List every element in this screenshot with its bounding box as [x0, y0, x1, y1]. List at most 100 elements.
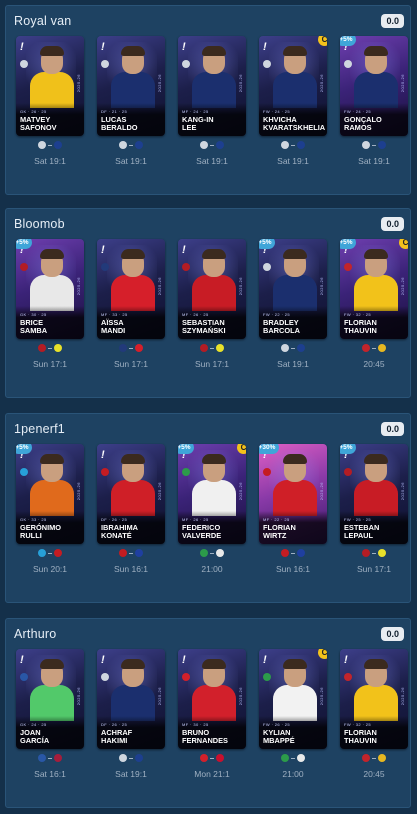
player-card[interactable]: ! 2025-26 FW · 25 · 25 ESTEBAN LEPAUL +5…	[340, 444, 408, 544]
away-club-icon	[135, 344, 143, 352]
player-card[interactable]: ! 2025-26 MF · 30 · 25 BRUNO FERNANDES	[178, 649, 246, 749]
card-info-band: MF · 26 · 25 SEBASTIAN SZYMAŃSKI	[178, 306, 246, 339]
player-name: BRICE SAMBA	[20, 318, 80, 335]
fixture-time: Mon 21:1	[194, 769, 230, 779]
season-label: 2025-26	[238, 277, 243, 296]
versus-dash	[129, 552, 133, 554]
player-hair	[40, 454, 64, 464]
player-last-name: LEPAUL	[344, 530, 374, 540]
season-label: 2025-26	[400, 687, 405, 706]
player-last-name: THAUVIN	[344, 325, 377, 335]
team-panel[interactable]: Arthuro 0.0 ! 2025-26 GK · 24 · 25 JOAN G…	[5, 618, 411, 808]
player-card[interactable]: ! 2025-26 GK · 33 · 25 GERÓNIMO RULLI +5…	[16, 444, 84, 544]
player-last-name: HAKIMI	[101, 735, 128, 745]
player-card[interactable]: ! 2025-26 FW · 24 · 25 KHVICHA KVARATSKH…	[259, 36, 327, 136]
player-card[interactable]: ! 2025-26 GK · 24 · 25 JOAN GARCÍA	[16, 649, 84, 749]
player-card[interactable]: ! 2025-26 GK · 26 · 25 MATVEY SAFONOV	[16, 36, 84, 136]
versus-dash	[291, 757, 295, 759]
player-card[interactable]: ! 2025-26 MF · 22 · 25 FLORIAN WIRTZ +30…	[259, 444, 327, 544]
player-photo	[273, 249, 317, 311]
player-hair	[364, 659, 388, 669]
team-score-badge: 0.0	[381, 422, 404, 436]
club-crest-icon	[263, 60, 271, 68]
player-name: ESTEBAN LEPAUL	[344, 523, 404, 540]
player-meta: MF · 26 · 25	[182, 517, 209, 522]
season-label: 2025-26	[238, 74, 243, 93]
player-card[interactable]: ! 2025-26 FW · 24 · 25 GONÇALO RAMOS +5%	[340, 36, 408, 136]
player-hair	[202, 46, 226, 56]
versus-dash	[48, 552, 52, 554]
home-club-icon	[38, 754, 46, 762]
boost-badge: +5%	[259, 239, 275, 249]
away-club-icon	[378, 344, 386, 352]
season-label: 2025-26	[157, 687, 162, 706]
away-club-icon	[54, 754, 62, 762]
boost-badge: +5%	[16, 239, 32, 249]
player-meta: GK · 33 · 25	[20, 517, 47, 522]
away-club-icon	[378, 549, 386, 557]
fixture-row	[340, 141, 408, 151]
boost-badge: +5%	[340, 239, 356, 249]
fixture-time: Sun 16:1	[275, 564, 311, 574]
player-meta: MF · 33 · 25	[101, 312, 128, 317]
player-card[interactable]: ! 2025-26 FW · 32 · 25 FLORIAN THAUVIN +…	[340, 239, 408, 339]
player-card[interactable]: ! 2025-26 GK · 30 · 25 BRICE SAMBA +5%	[16, 239, 84, 339]
fixture-time: Sat 19:1	[277, 359, 309, 369]
player-card[interactable]: ! 2025-26 MF · 24 · 25 KANG-IN LEE	[178, 36, 246, 136]
player-hair	[121, 659, 145, 669]
captain-badge: C	[237, 444, 246, 454]
rarity-icon: !	[101, 654, 105, 666]
fixture-time: Sun 17:1	[113, 359, 149, 369]
player-last-name: LEE	[182, 122, 197, 132]
player-card[interactable]: ! 2025-26 DF · 26 · 25 IBRAHIMA KONATÉ	[97, 444, 165, 544]
player-photo	[354, 659, 398, 721]
player-last-name: FERNANDES	[182, 735, 228, 745]
versus-dash	[291, 552, 295, 554]
versus-dash	[210, 347, 214, 349]
player-card[interactable]: ! 2025-26 MF · 26 · 25 FEDERICO VALVERDE…	[178, 444, 246, 544]
player-card[interactable]: ! 2025-26 FW · 32 · 25 FLORIAN THAUVIN	[340, 649, 408, 749]
player-last-name: KVARATSKHELIA	[263, 122, 326, 132]
player-card[interactable]: ! 2025-26 MF · 26 · 25 SEBASTIAN SZYMAŃS…	[178, 239, 246, 339]
player-card[interactable]: ! 2025-26 MF · 33 · 25 AÏSSA MANDI	[97, 239, 165, 339]
card-info-band: MF · 22 · 25 FLORIAN WIRTZ	[259, 511, 327, 544]
rarity-icon: !	[263, 654, 267, 666]
boost-badge: +5%	[178, 444, 194, 454]
team-panel[interactable]: Bloomob 0.0 ! 2025-26 GK · 30 · 25 BRICE …	[5, 208, 411, 398]
player-hair	[121, 454, 145, 464]
player-last-name: MBAPPÉ	[263, 735, 295, 745]
player-last-name: KONATÉ	[101, 530, 132, 540]
player-meta: GK · 26 · 25	[20, 109, 47, 114]
player-card[interactable]: ! 2025-26 DF · 21 · 25 LUCAS BERALDO	[97, 36, 165, 136]
team-score-badge: 0.0	[381, 14, 404, 28]
team-panel[interactable]: Royal van 0.0 ! 2025-26 GK · 26 · 25 MATV…	[5, 5, 411, 195]
player-photo	[192, 659, 236, 721]
fixture-row	[178, 549, 246, 559]
home-club-icon	[200, 141, 208, 149]
player-meta: FW · 24 · 25	[263, 109, 291, 114]
player-card[interactable]: ! 2025-26 DF · 26 · 25 ACHRAF HAKIMI	[97, 649, 165, 749]
player-photo	[192, 249, 236, 311]
player-card[interactable]: ! 2025-26 FW · 26 · 25 KYLIAN MBAPPÉ C	[259, 649, 327, 749]
club-crest-icon	[101, 263, 109, 271]
away-club-icon	[216, 344, 224, 352]
player-name: KYLIAN MBAPPÉ	[263, 728, 323, 745]
player-meta: MF · 26 · 25	[182, 312, 209, 317]
player-last-name: SAFONOV	[20, 122, 57, 132]
rarity-icon: !	[101, 41, 105, 53]
fixture-time: Sun 20:1	[32, 564, 68, 574]
player-name: GONÇALO RAMOS	[344, 115, 404, 132]
player-name: FLORIAN THAUVIN	[344, 728, 404, 745]
team-panel[interactable]: 1penerf1 0.0 ! 2025-26 GK · 33 · 25 GERÓN…	[5, 413, 411, 603]
player-name: FEDERICO VALVERDE	[182, 523, 242, 540]
versus-dash	[210, 552, 214, 554]
player-meta: GK · 24 · 25	[20, 722, 47, 727]
player-card[interactable]: ! 2025-26 FW · 22 · 25 BRADLEY BARCOLA +…	[259, 239, 327, 339]
home-club-icon	[38, 549, 46, 557]
player-meta: FW · 26 · 25	[263, 722, 291, 727]
fixture-time: Sat 19:1	[196, 156, 228, 166]
player-last-name: RAMOS	[344, 122, 372, 132]
player-name: SEBASTIAN SZYMAŃSKI	[182, 318, 242, 335]
away-club-icon	[135, 549, 143, 557]
fixture-row	[97, 549, 165, 559]
